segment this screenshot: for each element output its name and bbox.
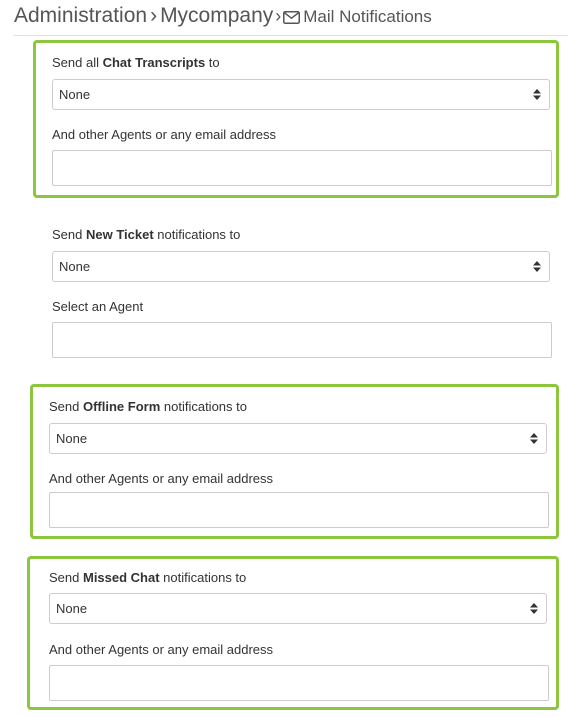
new-ticket-label: Send New Ticket notifications to <box>52 227 241 242</box>
up-down-caret-icon <box>533 89 541 100</box>
missed-chat-section: Send Missed Chat notifications to None A… <box>27 556 559 710</box>
chat-transcripts-select[interactable]: None <box>52 79 550 110</box>
new-ticket-agent-input[interactable] <box>52 322 552 358</box>
chat-transcripts-label: Send all Chat Transcripts to <box>52 55 220 70</box>
missed-chat-sub-label: And other Agents or any email address <box>49 642 274 657</box>
missed-chat-email-input[interactable] <box>49 665 549 701</box>
new-ticket-sub-label: Select an Agent <box>52 299 144 314</box>
select-value: None <box>59 259 91 274</box>
envelope-icon <box>283 11 301 29</box>
offline-form-sub-label: And other Agents or any email address <box>49 471 274 486</box>
up-down-caret-icon <box>533 261 541 272</box>
offline-form-section: Send Offline Form notifications to None … <box>30 384 559 539</box>
chat-transcripts-sub-label: And other Agents or any email address <box>52 127 277 142</box>
select-value: None <box>56 431 88 446</box>
up-down-caret-icon <box>530 433 538 444</box>
select-value: None <box>59 87 91 102</box>
new-ticket-section: Send New Ticket notifications to None Se… <box>33 212 559 370</box>
breadcrumb-separator: › <box>150 4 158 27</box>
page-title: Mail Notifications <box>303 7 432 26</box>
header-divider <box>14 35 568 36</box>
breadcrumb: Administration › Mycompany › Mail Notificati… <box>14 4 568 34</box>
chat-transcripts-email-input[interactable] <box>52 150 552 186</box>
missed-chat-select[interactable]: None <box>49 593 547 624</box>
offline-form-select[interactable]: None <box>49 423 547 454</box>
new-ticket-select[interactable]: None <box>52 251 550 282</box>
offline-form-email-input[interactable] <box>49 492 549 528</box>
chat-transcripts-section: Send all Chat Transcripts to None And ot… <box>33 40 559 198</box>
missed-chat-label: Send Missed Chat notifications to <box>49 570 247 585</box>
breadcrumb-separator: › <box>275 6 282 26</box>
up-down-caret-icon <box>530 603 538 614</box>
offline-form-label: Send Offline Form notifications to <box>49 399 247 414</box>
select-value: None <box>56 601 88 616</box>
breadcrumb-administration[interactable]: Administration <box>14 4 147 27</box>
breadcrumb-mycompany[interactable]: Mycompany <box>160 4 273 27</box>
